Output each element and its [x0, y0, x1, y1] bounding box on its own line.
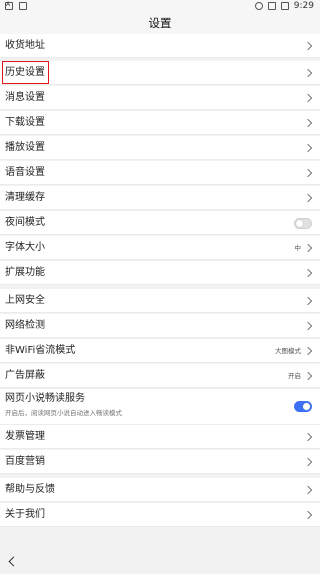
battery-icon	[280, 2, 289, 10]
settings-item-invoice[interactable]: 发票管理	[0, 425, 320, 449]
settings-item-novel-reading: 网页小说畅读服务 开启后，阅读网页小说自动进入畅读模式	[0, 389, 320, 425]
wifi-icon	[254, 2, 263, 10]
chevron-right-icon	[303, 193, 313, 203]
settings-item-label: 语音设置	[5, 167, 45, 178]
notification-box-icon	[19, 2, 27, 10]
chevron-right-icon	[303, 321, 313, 331]
settings-item-label: 网络检测	[5, 320, 45, 331]
settings-item-label: 播放设置	[5, 142, 45, 153]
settings-item-label: 扩展功能	[5, 267, 45, 278]
settings-item-about[interactable]: 关于我们	[0, 503, 320, 527]
settings-item-extensions[interactable]: 扩展功能	[0, 261, 320, 285]
back-arrow-icon[interactable]	[8, 556, 19, 567]
settings-item-label: 关于我们	[5, 509, 45, 520]
settings-item-label: 帮助与反馈	[5, 484, 55, 495]
toggle-knob	[303, 403, 310, 410]
settings-item-label: 非WiFi省流模式	[5, 345, 76, 356]
settings-item-clear-cache[interactable]: 清理缓存	[0, 186, 320, 210]
settings-item-font-size[interactable]: 字体大小 中	[0, 236, 320, 260]
settings-item-baidu-marketing[interactable]: 百度营销	[0, 450, 320, 474]
settings-item-voice[interactable]: 语音设置	[0, 161, 320, 185]
chevron-right-icon	[303, 371, 313, 381]
novel-reading-subtitle: 开启后，阅读网页小说自动进入畅读模式	[5, 409, 122, 417]
settings-item-label: 消息设置	[5, 92, 45, 103]
chevron-right-icon	[303, 168, 313, 178]
settings-item-message[interactable]: 消息设置	[0, 86, 320, 110]
settings-item-address[interactable]: 收货地址	[0, 34, 320, 58]
settings-item-label: 网页小说畅读服务	[5, 393, 85, 404]
settings-item-label: 收货地址	[5, 40, 45, 51]
bottom-nav-bar	[0, 552, 320, 574]
settings-item-label: 历史设置	[5, 67, 45, 78]
chevron-right-icon	[303, 346, 313, 356]
nonwifi-mode-value: 大图模式	[275, 347, 301, 355]
settings-item-network-check[interactable]: 网络检测	[0, 314, 320, 338]
font-size-value: 中	[294, 244, 302, 252]
ad-block-value: 开启	[288, 372, 301, 380]
settings-item-nonwifi-mode[interactable]: 非WiFi省流模式 大图模式	[0, 339, 320, 363]
settings-item-label: 百度营销	[5, 456, 45, 467]
settings-item-playback[interactable]: 播放设置	[0, 136, 320, 160]
chevron-right-icon	[303, 243, 313, 253]
chevron-right-icon	[303, 68, 313, 78]
novel-reading-toggle[interactable]	[294, 401, 312, 412]
chevron-right-icon	[303, 485, 313, 495]
night-mode-toggle[interactable]	[294, 218, 312, 229]
settings-item-night-mode: 夜间模式	[0, 211, 320, 235]
status-time: 9:29	[293, 1, 314, 11]
settings-item-download[interactable]: 下载设置	[0, 111, 320, 135]
settings-item-label: 上网安全	[5, 295, 45, 306]
settings-item-label: 下载设置	[5, 117, 45, 128]
notification-a-icon	[5, 1, 13, 10]
chevron-right-icon	[303, 143, 313, 153]
settings-item-label: 发票管理	[5, 431, 45, 442]
sim-icon	[267, 2, 276, 10]
chevron-right-icon	[303, 41, 313, 51]
chevron-right-icon	[303, 118, 313, 128]
page-title: 设置	[0, 14, 320, 34]
chevron-right-icon	[303, 296, 313, 306]
settings-item-ad-block[interactable]: 广告屏蔽 开启	[0, 364, 320, 388]
settings-item-label: 广告屏蔽	[5, 370, 45, 381]
chevron-right-icon	[303, 268, 313, 278]
settings-item-web-security[interactable]: 上网安全	[0, 289, 320, 313]
settings-item-history[interactable]: 历史设置	[0, 61, 320, 85]
chevron-right-icon	[303, 432, 313, 442]
settings-item-label: 夜间模式	[5, 217, 45, 228]
settings-item-label: 字体大小	[5, 242, 45, 253]
chevron-right-icon	[303, 93, 313, 103]
status-bar: 9:29	[0, 0, 320, 14]
chevron-right-icon	[303, 457, 313, 467]
chevron-right-icon	[303, 510, 313, 520]
settings-item-help[interactable]: 帮助与反馈	[0, 478, 320, 502]
toggle-knob	[296, 220, 303, 227]
settings-item-label: 清理缓存	[5, 192, 45, 203]
